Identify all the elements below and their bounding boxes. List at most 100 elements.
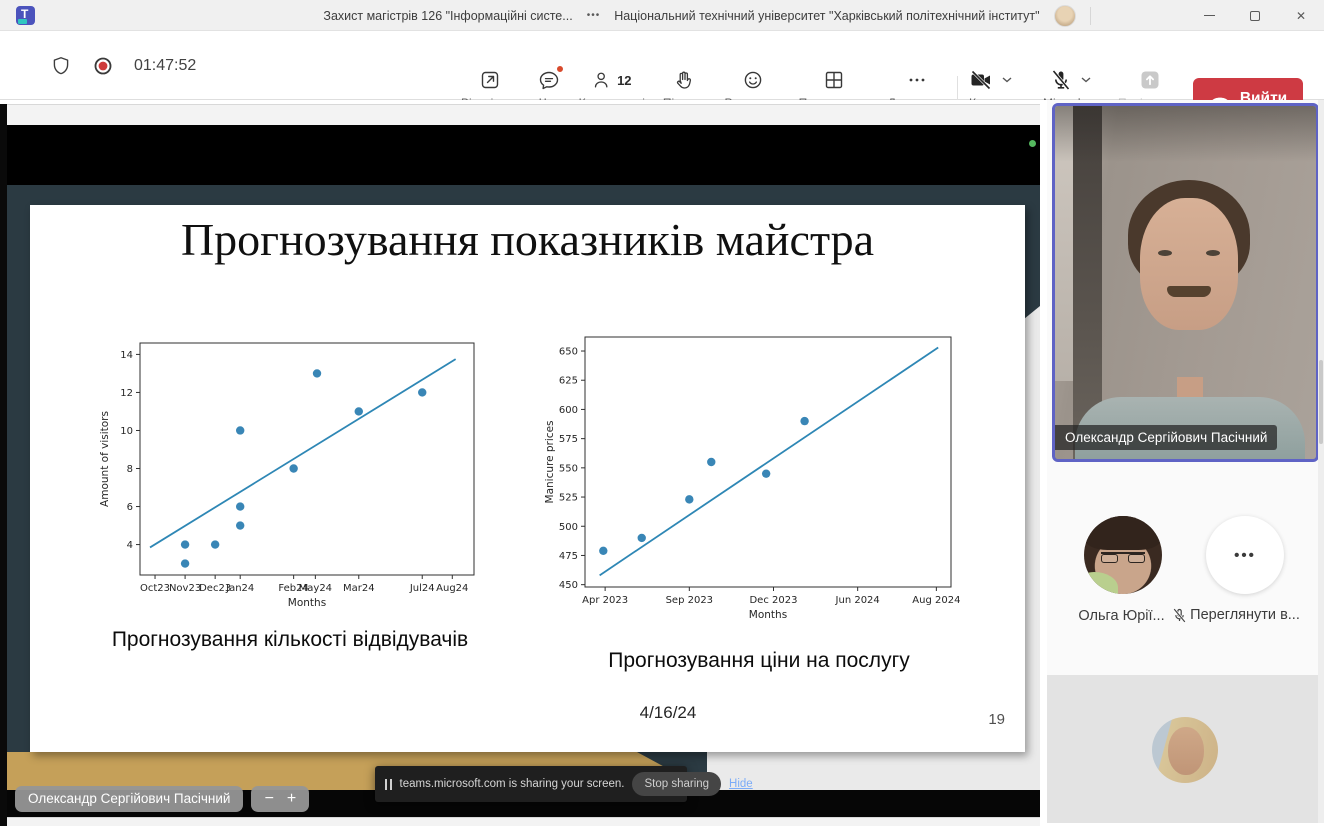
hide-toast-link[interactable]: Hide — [729, 778, 753, 790]
svg-text:Manicure prices: Manicure prices — [544, 421, 556, 504]
teams-icon: T — [16, 6, 35, 25]
presentation-background: Прогнозування показників майстра 4 6 8 10 12… — [7, 185, 1040, 790]
svg-text:650: 650 — [559, 347, 578, 358]
svg-text:600: 600 — [559, 405, 578, 416]
zoom-controls: − + — [251, 786, 310, 812]
svg-text:8: 8 — [127, 464, 133, 475]
presentation-slide: Прогнозування показників майстра 4 6 8 10 12… — [30, 205, 1025, 752]
video-feed — [1055, 106, 1316, 459]
svg-text:Jun 2024: Jun 2024 — [835, 595, 880, 606]
chevron-down-icon[interactable] — [1081, 77, 1091, 83]
svg-text:12: 12 — [120, 388, 133, 399]
window-controls: ✕ — [1186, 0, 1324, 31]
shared-taskbar-strip — [7, 817, 1040, 826]
divider — [1089, 6, 1091, 25]
chat-icon — [537, 65, 564, 93]
svg-text:10: 10 — [120, 426, 133, 437]
main-participant-name: Олександр Сергійович Пасічний — [1055, 425, 1278, 450]
pause-icon — [385, 778, 392, 790]
svg-text:Months: Months — [288, 597, 326, 609]
svg-text:575: 575 — [559, 434, 578, 445]
chevron-down-icon[interactable] — [1002, 77, 1012, 83]
svg-text:4: 4 — [127, 540, 133, 551]
svg-text:450: 450 — [559, 580, 578, 591]
scrollbar-thumb[interactable] — [1319, 360, 1323, 444]
participants-count: 12 — [617, 72, 632, 88]
svg-text:Jul24: Jul24 — [409, 583, 435, 594]
svg-text:500: 500 — [559, 522, 578, 533]
svg-text:625: 625 — [559, 376, 578, 387]
teams-meeting-window: T Захист магістрів 126 "Інформаційні сис… — [0, 0, 1324, 829]
svg-text:550: 550 — [559, 463, 578, 474]
meeting-toolbar: 01:47:52 Відкріпити Чат 12 — [0, 31, 1324, 120]
participants-sidebar: Олександр Сергійович Пасічний ••• Ольга … — [1047, 100, 1324, 829]
svg-text:14: 14 — [120, 350, 133, 361]
svg-text:Months: Months — [749, 609, 787, 621]
more-participants-tile[interactable]: ••• — [1206, 516, 1284, 594]
main-participant-video[interactable]: Олександр Сергійович Пасічний — [1052, 103, 1319, 462]
unpin-icon — [478, 67, 502, 93]
svg-text:475: 475 — [559, 551, 578, 562]
shield-icon — [53, 56, 69, 74]
visitors-forecast-chart: 468101214Oct23Nov23Dec23Jan24 Feb24May24 M… — [99, 342, 475, 609]
window-close-button[interactable]: ✕ — [1278, 0, 1324, 31]
camera-off-icon — [971, 70, 991, 90]
window-maximize-button[interactable] — [1232, 0, 1278, 31]
share-toast-text: teams.microsoft.com is sharing your scre… — [399, 778, 625, 790]
canvas-gray-bottom — [707, 752, 1040, 790]
title-menu-dots[interactable]: ••• — [587, 10, 601, 21]
shared-screen-content: Прогнозування показників майстра 4 6 8 10 12… — [0, 104, 1040, 826]
slide-date: 4/16/24 — [639, 703, 697, 722]
maximize-icon — [1250, 10, 1260, 21]
svg-text:Jan24: Jan24 — [225, 583, 254, 594]
user-avatar[interactable] — [1053, 4, 1076, 27]
svg-text:May24: May24 — [299, 583, 332, 594]
toolbar-left: 01:47:52 — [50, 31, 196, 100]
screen-share-toast: teams.microsoft.com is sharing your scre… — [375, 766, 753, 802]
slide-page-number: 19 — [988, 711, 1005, 728]
svg-text:525: 525 — [559, 493, 578, 504]
svg-text:Amount of visitors: Amount of visitors — [99, 411, 111, 507]
chat-notification-dot — [555, 65, 564, 73]
shared-browser-strip — [7, 104, 1040, 125]
sidebar-scrollbar[interactable] — [1318, 100, 1324, 823]
left-chart-caption: Прогнозування кількості відвідувачів — [111, 628, 469, 651]
prices-forecast-chart: 450 475 500 525 550 575 600 625 650 Apr 2023 Sep 2… — [544, 336, 960, 621]
grid-view-icon — [822, 67, 846, 93]
svg-text:Oct23: Oct23 — [140, 583, 170, 594]
next-participant-section — [1047, 675, 1324, 823]
svg-text:Nov23: Nov23 — [169, 583, 201, 594]
svg-text:Aug 2024: Aug 2024 — [912, 595, 960, 606]
close-icon: ✕ — [1295, 8, 1307, 23]
title-bar: T Захист магістрів 126 "Інформаційні сис… — [0, 0, 1324, 31]
organization-title: Національний технічний університет "Харк… — [614, 8, 1040, 23]
overflow-dots: ••• — [1234, 546, 1256, 564]
participant-avatar-olha[interactable] — [1084, 516, 1162, 594]
raise-hand-icon — [673, 67, 697, 93]
zoom-in-button[interactable]: + — [287, 790, 296, 808]
meeting-timer: 01:47:52 — [134, 56, 197, 74]
slide-title: Прогнозування показників майстра — [180, 214, 875, 265]
more-icon — [905, 67, 929, 93]
svg-text:Apr 2023: Apr 2023 — [582, 595, 628, 606]
svg-text:Dec 2023: Dec 2023 — [749, 595, 797, 606]
meeting-title: Захист магістрів 126 "Інформаційні систе… — [323, 8, 573, 23]
people-icon: 12 — [592, 67, 632, 93]
stop-sharing-button[interactable]: Stop sharing — [632, 772, 722, 796]
more-participants-label[interactable]: Переглянути в... — [1183, 607, 1307, 623]
camera-active-dot — [1029, 140, 1036, 147]
zoom-out-button[interactable]: − — [265, 790, 274, 808]
letterbox-top — [7, 125, 1040, 185]
participant-avatar-photo[interactable] — [1152, 717, 1218, 783]
smiley-icon — [741, 67, 765, 93]
svg-text:Sep 2023: Sep 2023 — [666, 595, 713, 606]
share-screen-icon — [1141, 71, 1159, 89]
shared-screen-stage[interactable]: Прогнозування показників майстра 4 6 8 10 12… — [0, 100, 1047, 829]
presenter-name-overlay: Олександр Сергійович Пасічний — [15, 786, 244, 812]
mic-off-icon — [1052, 70, 1070, 90]
svg-text:Mar24: Mar24 — [343, 583, 375, 594]
svg-text:6: 6 — [127, 502, 133, 513]
title-bar-center: Захист магістрів 126 "Інформаційні систе… — [210, 0, 1204, 31]
svg-text:Aug24: Aug24 — [436, 583, 468, 594]
window-minimize-button[interactable] — [1186, 0, 1232, 31]
